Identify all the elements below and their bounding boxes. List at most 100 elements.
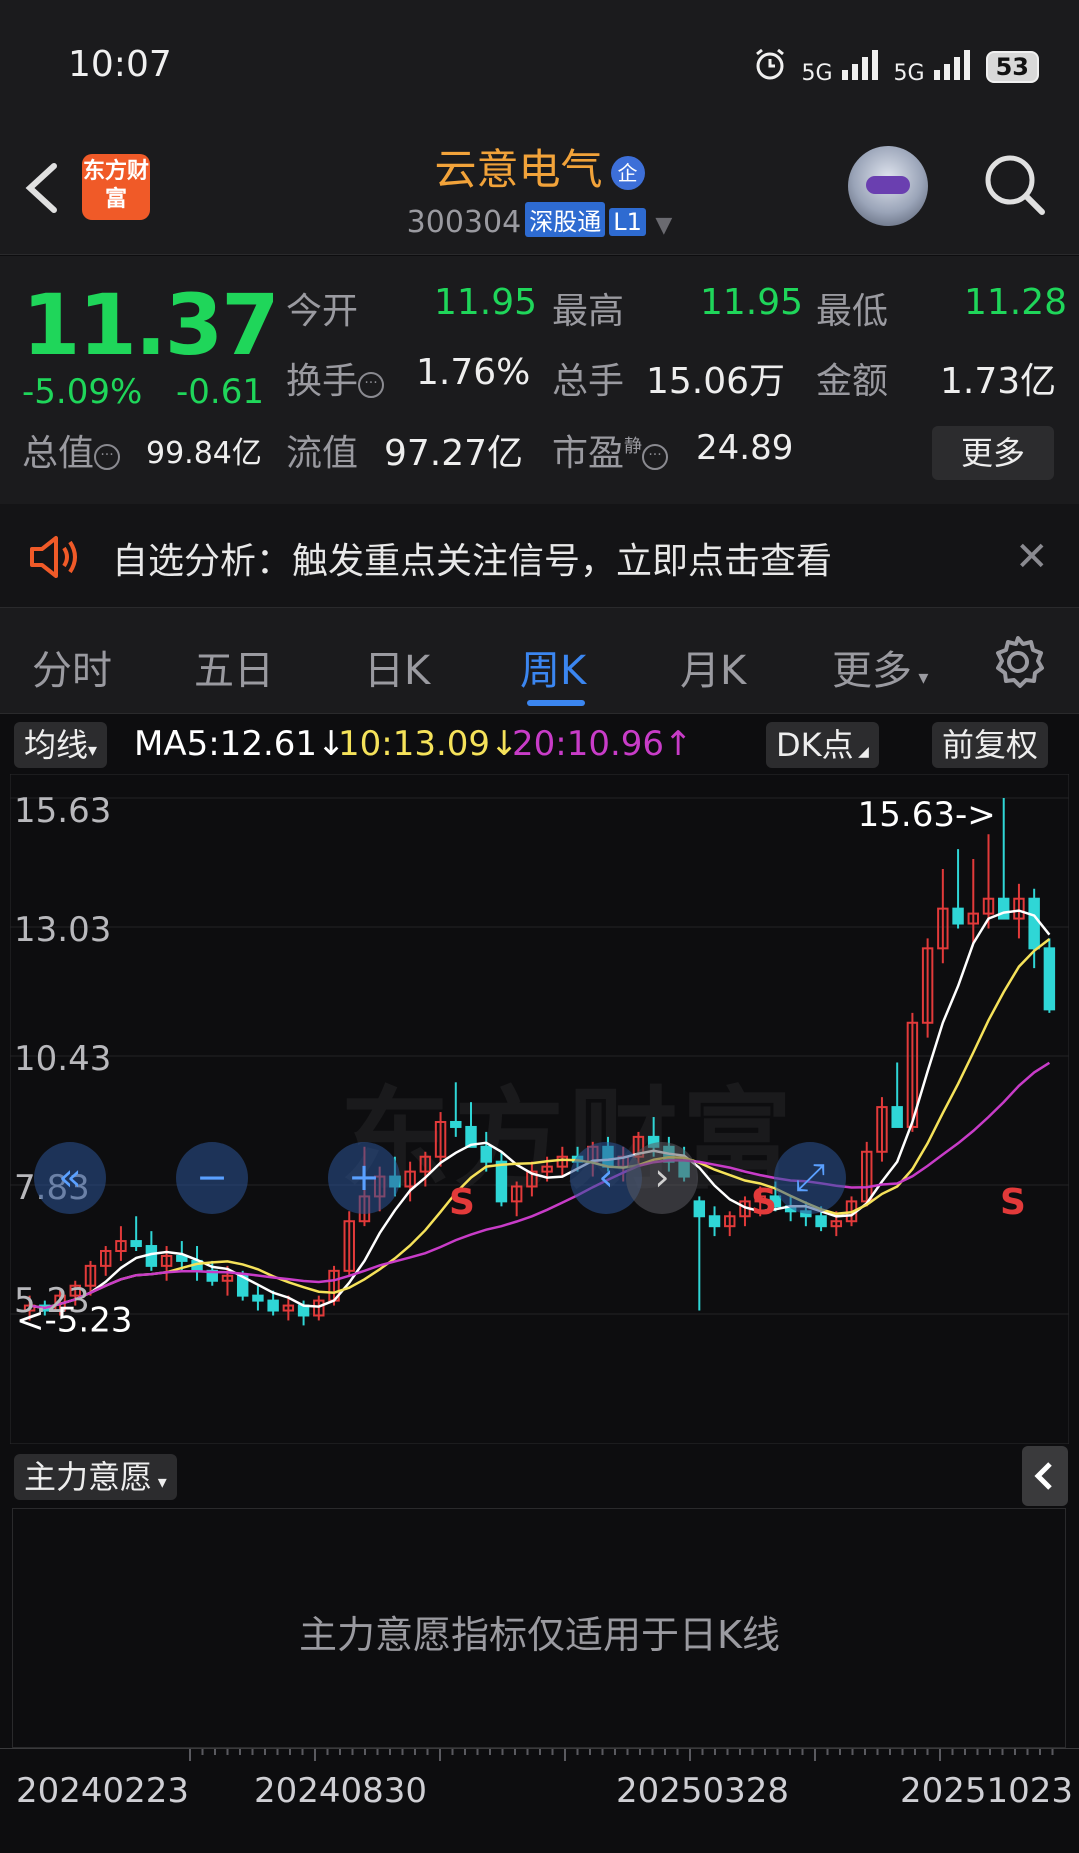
more-button[interactable]: 更多 (932, 426, 1054, 480)
zoom-out-icon: − (196, 1155, 228, 1199)
high-value: 11.95 (700, 282, 804, 323)
indicator-dropdown[interactable]: 主力意愿 ▾ (14, 1454, 177, 1500)
float-label: 流值 (286, 433, 359, 474)
open-value: 11.95 (434, 282, 538, 323)
candle-body (130, 1240, 142, 1248)
notice-text: 自选分析：触发重点关注信号，立即点击查看 (112, 541, 833, 582)
date-label-2: 20240830 (254, 1771, 428, 1811)
candle-body (495, 1160, 508, 1203)
collapse-button[interactable] (1022, 1446, 1068, 1506)
sgt-tag: 深股通 (525, 202, 606, 237)
pe-static-sup: 静 (624, 436, 643, 457)
search-button[interactable] (980, 150, 1050, 220)
candle-series (23, 798, 1056, 1326)
candle-body (998, 897, 1010, 920)
rewind-button[interactable]: « (34, 1142, 106, 1214)
pe-label[interactable]: 市盈静 ··· (552, 424, 669, 476)
chart-frame (10, 774, 1069, 1444)
dk-label: DK点 (776, 726, 854, 764)
candle-body (252, 1294, 264, 1302)
amount-value: 1.73亿 (940, 361, 1057, 402)
candle-body (480, 1145, 492, 1163)
notice-banner[interactable]: 自选分析：触发重点关注信号，立即点击查看 ✕ (0, 504, 1079, 608)
expand-icon: ⤢ (795, 1155, 825, 1199)
tab-more[interactable]: 更多 ▾ (832, 638, 928, 696)
candle-body (176, 1254, 188, 1262)
info-icon[interactable]: ··· (642, 444, 669, 470)
amount-label: 金额 (816, 361, 889, 402)
period-tabs: 分时 五日 日K 周K 月K 更多 ▾ (0, 608, 1079, 714)
zoom-in-button[interactable]: + (328, 1142, 400, 1214)
turnover-value: 1.76% (416, 352, 531, 393)
tab-more-label: 更多 (832, 648, 912, 694)
date-axis: 20240223 20240830 20250328 20251023 (0, 1748, 1079, 1818)
y-tick-label: 10.43 (14, 1039, 111, 1079)
date-label-1: 20240223 (16, 1771, 190, 1811)
mktcap-label[interactable]: 总值 ··· (22, 424, 121, 476)
expand-button[interactable]: ⤢ (774, 1142, 846, 1214)
gear-icon[interactable] (990, 634, 1046, 694)
status-bar: 10:07 5G 5G 53 (0, 0, 1079, 120)
ma10-value: 10:13.09↓ (338, 724, 519, 764)
date-label-4: 20251023 (900, 1771, 1074, 1811)
k-line-chart[interactable]: 15.6313.0310.437.835.2315.63-><-5.23SSS … (10, 774, 1069, 1444)
tab-intraday[interactable]: 分时 (32, 638, 112, 696)
tab-monthly-k[interactable]: 月K (680, 638, 746, 696)
mktcap-value: 99.84亿 (146, 436, 262, 471)
date-label-3: 20250328 (616, 1771, 790, 1811)
date-ticks (189, 1749, 1054, 1761)
turnover-label[interactable]: 换手 ··· (286, 352, 385, 404)
caret-down-icon: ▾ (912, 665, 929, 689)
pe-label-text: 市盈 (552, 433, 625, 474)
candle-body (952, 907, 964, 925)
candle-body (815, 1215, 827, 1228)
candle-body (693, 1200, 706, 1218)
tab-weekly-k[interactable]: 周K (520, 638, 586, 696)
turnover-label-text: 换手 (286, 361, 359, 402)
y-tick-label: 15.63 (14, 791, 111, 831)
assistant-avatar[interactable] (848, 146, 928, 226)
min-price-marker: <-5.23 (16, 1300, 132, 1340)
close-icon[interactable]: ✕ (1015, 534, 1049, 580)
low-value: 11.28 (964, 282, 1068, 323)
candle-body (450, 1120, 462, 1128)
alarm-icon (752, 46, 788, 88)
candle-body (1028, 897, 1040, 950)
info-icon[interactable]: ··· (94, 444, 121, 470)
ma20-value: 20:10.96↑ (512, 724, 693, 764)
indicator-label: 主力意愿 (24, 1458, 153, 1496)
corner-triangle-icon: ◢ (853, 744, 869, 760)
sell-signal-mark: S (449, 1182, 475, 1223)
zoom-in-icon: + (348, 1155, 380, 1199)
dk-point-button[interactable]: DK点 ◢ (766, 722, 879, 768)
max-price-marker: 15.63-> (858, 795, 996, 835)
zoom-out-button[interactable]: − (176, 1142, 248, 1214)
indicator-row: 主力意愿 ▾ (0, 1448, 1079, 1508)
stock-name: 云意电气 (434, 145, 603, 194)
ma-legend-row: 均线▾ MA5:12.61↓ 10:13.09↓ 20:10.96↑ DK点 ◢… (0, 714, 1079, 774)
candle-body (891, 1106, 903, 1128)
info-icon[interactable]: ··· (358, 372, 385, 398)
ma-type-dropdown[interactable]: 均线▾ (14, 722, 108, 768)
network-label-2: 5G (893, 61, 925, 86)
low-label: 最低 (816, 291, 889, 332)
caret-down-icon: ▾ (88, 740, 98, 761)
tab-five-day[interactable]: 五日 (194, 638, 274, 696)
high-label: 最高 (552, 291, 625, 332)
ma-type-label: 均线 (24, 726, 89, 764)
chevron-right-icon: › (654, 1155, 669, 1199)
adjust-button[interactable]: 前复权 (932, 722, 1049, 768)
tab-daily-k[interactable]: 日K (364, 638, 430, 696)
stock-code: 300304 (406, 205, 522, 240)
volume-value: 15.06万 (646, 361, 786, 402)
network-label: 5G (801, 61, 833, 86)
signal-5g-icon: 5G (802, 48, 880, 86)
chevron-right-button[interactable]: › (626, 1142, 698, 1214)
indicator-message: 主力意愿指标仅适用于日K线 (299, 1613, 780, 1657)
mktcap-label-text: 总值 (22, 433, 95, 474)
sell-signal-mark: S (1000, 1182, 1026, 1223)
status-time: 10:07 (68, 44, 172, 85)
search-icon (985, 155, 1045, 215)
chart-grid (10, 797, 1069, 1315)
signal-5g-icon-2: 5G (894, 48, 972, 86)
